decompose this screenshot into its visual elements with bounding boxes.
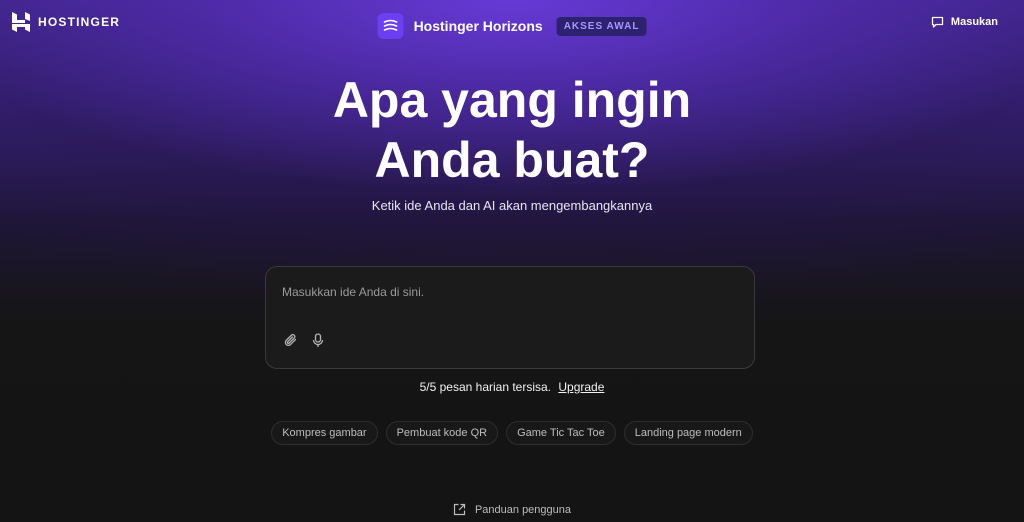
brand-logo-link[interactable]: HOSTINGER — [12, 12, 120, 32]
microphone-button[interactable] — [309, 331, 327, 349]
suggestion-chip[interactable]: Landing page modern — [623, 421, 753, 445]
microphone-icon — [312, 332, 324, 347]
suggestion-chip[interactable]: Kompres gambar — [271, 421, 378, 445]
external-link-icon — [453, 503, 466, 516]
app-header: Hostinger Horizons AKSES AWAL — [377, 13, 647, 39]
feedback-label: Masukan — [950, 16, 998, 28]
upgrade-link[interactable]: Upgrade — [558, 380, 604, 394]
hero-section: Apa yang ingin Anda buat? Ketik ide Anda… — [0, 70, 1024, 213]
app-title: Hostinger Horizons — [413, 18, 543, 34]
user-guide-label: Panduan pengguna — [474, 503, 572, 516]
suggestion-chip[interactable]: Game Tic Tac Toe — [506, 421, 616, 445]
feedback-button[interactable]: Masukan — [931, 16, 998, 29]
attach-button[interactable] — [282, 331, 300, 349]
user-guide-link[interactable]: Panduan pengguna — [0, 503, 1024, 516]
suggestion-chips: Kompres gambar Pembuat kode QR Game Tic … — [0, 421, 1024, 445]
prompt-box — [265, 266, 755, 369]
early-access-badge: AKSES AWAL — [556, 16, 647, 36]
chat-icon — [931, 16, 944, 28]
stack-lines-icon — [383, 19, 398, 31]
idea-input[interactable] — [282, 285, 722, 299]
hero-subtitle: Ketik ide Anda dan AI akan mengembangkan… — [371, 198, 653, 213]
quota-text: 5/5 pesan harian tersisa. — [419, 380, 552, 394]
brand-name: HOSTINGER — [38, 15, 121, 29]
app-logo — [377, 13, 404, 39]
hostinger-logo-icon — [12, 12, 30, 32]
suggestion-chip[interactable]: Pembuat kode QR — [385, 421, 499, 445]
paperclip-icon — [284, 333, 297, 346]
hero-title: Apa yang ingin Anda buat? — [332, 72, 692, 188]
message-quota: 5/5 pesan harian tersisa. Upgrade — [0, 380, 1024, 394]
